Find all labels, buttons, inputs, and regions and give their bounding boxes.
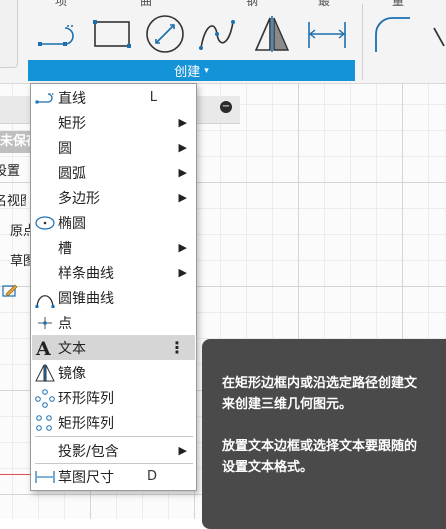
toolbar-group-label: 曲 <box>140 0 153 8</box>
browser-item-settings[interactable]: 设置 <box>0 161 26 183</box>
circle-icon <box>146 15 184 53</box>
menu-item-point[interactable]: 点 <box>32 310 195 335</box>
create-label: 创建 <box>174 65 201 80</box>
menu-item-polygon[interactable]: 多边形 ▶ <box>32 185 195 210</box>
submenu-arrow-icon: ▶ <box>178 116 187 129</box>
menu-item-label: 草图尺寸 <box>58 469 114 486</box>
ellipse-icon <box>32 210 58 235</box>
tooltip-line: 放置文本边框或选择文本要跟随的 <box>222 439 418 454</box>
tooltip-line: 来创建三维几何图元。 <box>222 397 353 412</box>
circle-tool-button[interactable] <box>143 12 187 56</box>
menu-item-line[interactable]: 直线 L <box>32 85 195 110</box>
submenu-arrow-icon: ▶ <box>178 444 187 457</box>
browser-item-label: 草图 <box>10 254 32 269</box>
menu-item-label: 环形阵列 <box>58 390 114 407</box>
browser-item-label: 设置 <box>0 164 21 179</box>
point-icon <box>32 310 58 335</box>
menu-item-circular-pattern[interactable]: 环形阵列 <box>32 385 195 410</box>
rectangle-icon <box>93 20 131 48</box>
browser-item-sketches[interactable]: 草图 <box>10 251 32 273</box>
extend-icon <box>433 27 445 47</box>
browser-root-item[interactable]: 未保存 <box>0 131 32 153</box>
menu-item-shortcut: L <box>149 90 157 105</box>
menu-item-label: 镜像 <box>58 365 86 382</box>
rectangle-tool-button[interactable] <box>90 12 134 56</box>
menu-item-circle[interactable]: 圆 ▶ <box>32 135 195 160</box>
browser-item-named-views[interactable]: 名视图 <box>0 191 26 213</box>
toolbar-group-label: 最 <box>318 0 331 8</box>
tooltip-line: 在矩形边框内或沿选定路径创建文 <box>222 376 418 391</box>
dimension-tool-button[interactable] <box>305 12 349 56</box>
menu-item-rectangular-pattern[interactable]: 矩形阵列 <box>32 410 195 435</box>
menu-item-label: 矩形阵列 <box>58 415 114 432</box>
line-icon <box>32 85 58 110</box>
menu-item-text[interactable]: A 文本 ⋮ <box>32 335 195 360</box>
toolbar-group-label: 钢 <box>246 0 259 8</box>
menu-item-label: 多边形 <box>58 190 100 207</box>
menu-item-label: 点 <box>58 315 72 332</box>
menu-item-spline[interactable]: 样条曲线 ▶ <box>32 260 195 285</box>
submenu-arrow-icon: ▶ <box>178 241 187 254</box>
menu-item-arc[interactable]: 圆弧 ▶ <box>32 160 195 185</box>
spline-tool-button[interactable] <box>195 12 239 56</box>
svg-text:A: A <box>35 338 51 358</box>
submenu-arrow-icon: ▶ <box>178 141 187 154</box>
text-icon: A <box>32 335 58 360</box>
menu-item-project-include[interactable]: 投影/包含 ▶ <box>32 438 195 463</box>
menu-item-conic-curve[interactable]: 圆锥曲线 <box>32 285 195 310</box>
spline-icon <box>199 20 235 50</box>
menu-item-mirror[interactable]: 镜像 <box>32 360 195 385</box>
mirror-tool-button[interactable] <box>250 12 294 56</box>
menu-item-label: 矩形 <box>58 115 86 132</box>
dimension-icon <box>308 22 346 48</box>
menu-item-label: 圆弧 <box>58 165 86 182</box>
menu-item-slot[interactable]: 槽 ▶ <box>32 235 195 260</box>
menu-item-label: 直线 <box>58 90 86 107</box>
create-menu: 直线 L 矩形 ▶ 圆 ▶ 圆弧 ▶ 多边形 ▶ 椭圆 槽 ▶ 样条曲线 ▶ 圆… <box>30 83 197 491</box>
more-options-icon[interactable]: ⋮ <box>169 338 185 357</box>
submenu-arrow-icon: ▶ <box>178 166 187 179</box>
menu-item-label: 投影/包含 <box>58 443 119 460</box>
circular-pattern-icon <box>32 385 58 410</box>
menu-item-label: 样条曲线 <box>58 265 114 282</box>
fillet-icon <box>375 17 410 52</box>
extend-tool-button[interactable] <box>420 12 446 56</box>
toolbar: 项 曲 钢 最 量 创建 ▾ <box>0 0 446 84</box>
menu-item-label: 椭圆 <box>58 215 86 232</box>
mirror-icon <box>32 360 58 385</box>
toolbar-group-label: 项 <box>55 0 68 8</box>
toolbar-group-label: 量 <box>392 0 405 8</box>
rectangular-pattern-icon <box>32 410 58 435</box>
browser-root-label: 未保存 <box>0 134 32 149</box>
menu-item-label: 圆锥曲线 <box>58 290 114 307</box>
menu-item-rectangle[interactable]: 矩形 ▶ <box>32 110 195 135</box>
fillet-tool-button[interactable] <box>368 12 412 56</box>
line-tool-button[interactable] <box>35 12 79 56</box>
previous-panel-button[interactable] <box>0 0 18 68</box>
menu-item-label: 圆 <box>58 140 72 157</box>
sketch-dimension-icon <box>32 464 58 489</box>
menu-item-shortcut: D <box>146 469 157 484</box>
submenu-arrow-icon: ▶ <box>178 266 187 279</box>
menu-item-sketch-dimension[interactable]: 草图尺寸 D <box>32 464 195 489</box>
collapse-icon[interactable]: − <box>220 101 232 113</box>
browser-item-label: 名视图 <box>0 194 26 209</box>
menu-item-label: 文本 <box>58 340 86 357</box>
tooltip-line: 设置文本格式。 <box>222 460 314 475</box>
mirror-icon <box>254 16 290 52</box>
sketch-icon[interactable] <box>2 283 18 299</box>
chevron-down-icon: ▾ <box>204 65 209 76</box>
submenu-arrow-icon: ▶ <box>178 191 187 204</box>
create-dropdown-button[interactable]: 创建 ▾ <box>28 60 355 81</box>
line-icon <box>38 25 74 46</box>
menu-item-ellipse[interactable]: 椭圆 <box>32 210 195 235</box>
tooltip: 在矩形边框内或沿选定路径创建文 来创建三维几何图元。 放置文本边框或选择文本要跟… <box>202 339 446 529</box>
conic-curve-icon <box>32 285 58 310</box>
menu-item-label: 槽 <box>58 240 72 257</box>
toolbar-separator <box>362 4 363 80</box>
menu-separator <box>35 436 193 437</box>
